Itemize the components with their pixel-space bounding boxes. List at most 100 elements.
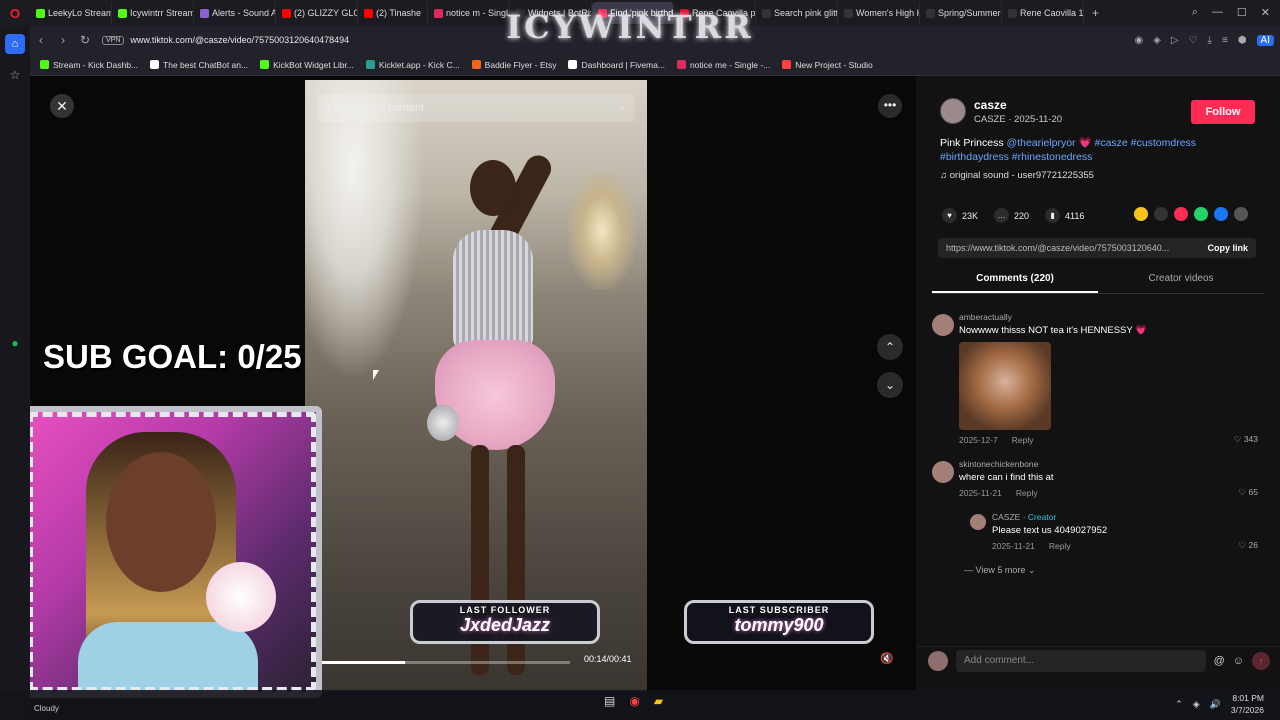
comment-like-count: 26 [1248,540,1258,550]
mention-icon[interactable]: @ [1214,655,1225,667]
bookmark-label: notice me - Single -... [689,59,771,70]
commenter-avatar[interactable] [932,314,954,336]
bookmark-item[interactable]: New Project - Studio [782,60,873,70]
previous-video-icon[interactable]: ⌃ [877,334,903,360]
volume-icon[interactable]: 🔊 [1210,699,1221,710]
browser-tab[interactable]: Alerts - Sound Al [194,2,276,24]
share-option-icon[interactable] [1194,207,1208,221]
minimize-icon[interactable]: — [1212,6,1223,19]
browser-tab[interactable]: LeekyLo Stream [30,2,112,24]
vpn-badge[interactable]: VPN [102,35,125,45]
creator-avatar[interactable] [970,514,986,530]
commenter-avatar[interactable] [932,461,954,483]
share-option-icon[interactable] [1214,207,1228,221]
share-option-icon[interactable] [1234,207,1248,221]
comment-likes[interactable]: ♡ 343 [1234,434,1258,445]
star-icon[interactable]: ☆ [10,68,21,82]
taskview-icon[interactable]: ▤ [604,694,615,708]
tab-creator-videos[interactable]: Creator videos [1098,268,1264,293]
add-comment-input[interactable]: Add comment... [956,649,1206,672]
bookmark-item[interactable]: KickBot Widget Libr... [260,60,354,70]
home-icon[interactable]: ⌂ [5,34,25,54]
bookmark-label: KickBot Widget Libr... [273,59,354,70]
bookmark-item[interactable]: notice me - Single -... [676,59,771,70]
video-progress-bar[interactable] [320,661,570,664]
close-icon[interactable]: ✕ [50,94,74,118]
folder-icon[interactable]: ▰ [654,694,663,708]
play-icon[interactable]: ▷ [1171,35,1179,46]
browser-tab[interactable]: Rene Caovilla 10 [1002,2,1085,24]
comment-likes[interactable]: ♡ 26 [1239,540,1258,551]
browser-tab[interactable]: Icywintrr Stream [112,2,194,24]
download-icon[interactable]: ⤓ [1208,35,1212,46]
search-icon[interactable]: ⌕ [619,102,625,115]
close-window-icon[interactable]: ✕ [1261,6,1270,19]
forward-icon[interactable]: › [52,33,74,47]
user-avatar[interactable] [928,650,948,671]
tab-comments[interactable]: Comments (220) [932,268,1098,293]
menu-icon[interactable]: ≡ [1222,35,1228,46]
reply-button[interactable]: Reply [1016,488,1038,498]
bookmark-item[interactable]: The best ChatBot an... [150,60,248,70]
browser-taskbar-icon[interactable]: ◉ [629,694,639,708]
browser-tab[interactable]: Spring/Summer [920,2,1003,24]
comment-image[interactable] [959,342,1051,430]
bookmark-item[interactable]: Stream - Kick Dashb... [40,60,138,70]
follow-button[interactable]: Follow [1191,100,1255,124]
opera-icon[interactable]: O [0,0,30,26]
save-stat[interactable]: ▮ 4116 [1045,208,1084,223]
mute-icon[interactable]: 🔇 [880,652,894,665]
view-more-replies[interactable]: — View 5 more ⌄ [964,565,1264,576]
next-video-icon[interactable]: ⌄ [877,372,903,398]
comment-stat[interactable]: … 220 [994,208,1029,223]
post-link[interactable]: https://www.tiktok.com/@casze/video/7575… [946,243,1169,253]
shop-icon [1008,8,1018,18]
browser-tab[interactable]: (2) GLIZZY GLOW [276,2,358,24]
commenter-name[interactable]: skintonechickenbone [959,459,1264,469]
bookmark-item[interactable]: Kicklet.app - Kick C... [365,60,460,70]
browser-tab[interactable]: Women's High H [838,2,921,24]
shield-icon[interactable]: ◈ [1153,35,1161,46]
view-more-label: View 5 more [975,565,1026,575]
ai-button[interactable]: AI [1256,34,1274,46]
last-follower-title: LAST FOLLOWER [459,605,551,615]
reply-button[interactable]: Reply [1012,435,1034,445]
maximize-icon[interactable]: ☐ [1237,6,1247,19]
share-option-icon[interactable] [1174,207,1188,221]
new-tab-button[interactable]: + [1084,6,1107,20]
bookmark-item[interactable]: Dashboard | Fivema... [568,60,665,70]
copy-link-button[interactable]: Copy link [1207,243,1248,253]
commenter-name[interactable]: amberactually [959,312,1264,322]
browser-tab[interactable]: (2) Tinashe [358,2,429,24]
mention-link[interactable]: @thearielpryor [1007,137,1076,149]
more-options-icon[interactable]: ••• [878,94,902,118]
post-date: 2025-11-20 [1014,114,1063,125]
author-name[interactable]: casze [974,98,1062,112]
tab-label: (2) Tinashe [376,8,422,18]
author-avatar[interactable] [940,98,966,124]
share-option-icon[interactable] [1154,207,1168,221]
reload-icon[interactable]: ↻ [74,33,96,47]
comment-likes[interactable]: ♡ 65 [1239,487,1258,498]
find-related-search[interactable]: Find related content ⌕ [317,94,635,122]
weather-label[interactable]: Cloudy [34,704,59,713]
sound-row[interactable]: ♫ original sound - user97721225355 [940,170,1094,181]
camera-icon[interactable]: ◉ [1134,35,1143,46]
search-tabs-icon[interactable]: ⌕ [1192,6,1198,19]
network-icon[interactable]: ◈ [1193,699,1200,710]
emoji-icon[interactable]: ☺ [1233,655,1244,667]
send-icon[interactable]: ↑ [1252,651,1270,670]
channel-logo: ICYWINTRR [506,8,754,46]
share-option-icon[interactable] [1134,207,1148,221]
chevron-up-icon[interactable]: ⌃ [1175,699,1183,710]
bookmark-label: The best ChatBot an... [163,59,249,70]
reply-button[interactable]: Reply [1049,541,1071,551]
spotify-icon[interactable]: ● [11,336,18,350]
like-stat[interactable]: ♥ 23K [942,208,978,223]
heart-icon[interactable]: ♡ [1189,35,1198,46]
extensions-icon[interactable]: ⬢ [1238,35,1247,46]
back-icon[interactable]: ‹ [30,33,52,47]
creator-name[interactable]: CASZE [992,512,1020,522]
bookmark-item[interactable]: Baddie Flyer - Etsy [471,60,556,70]
clock[interactable]: 8:01 PM 3/7/2026 [1231,692,1264,716]
